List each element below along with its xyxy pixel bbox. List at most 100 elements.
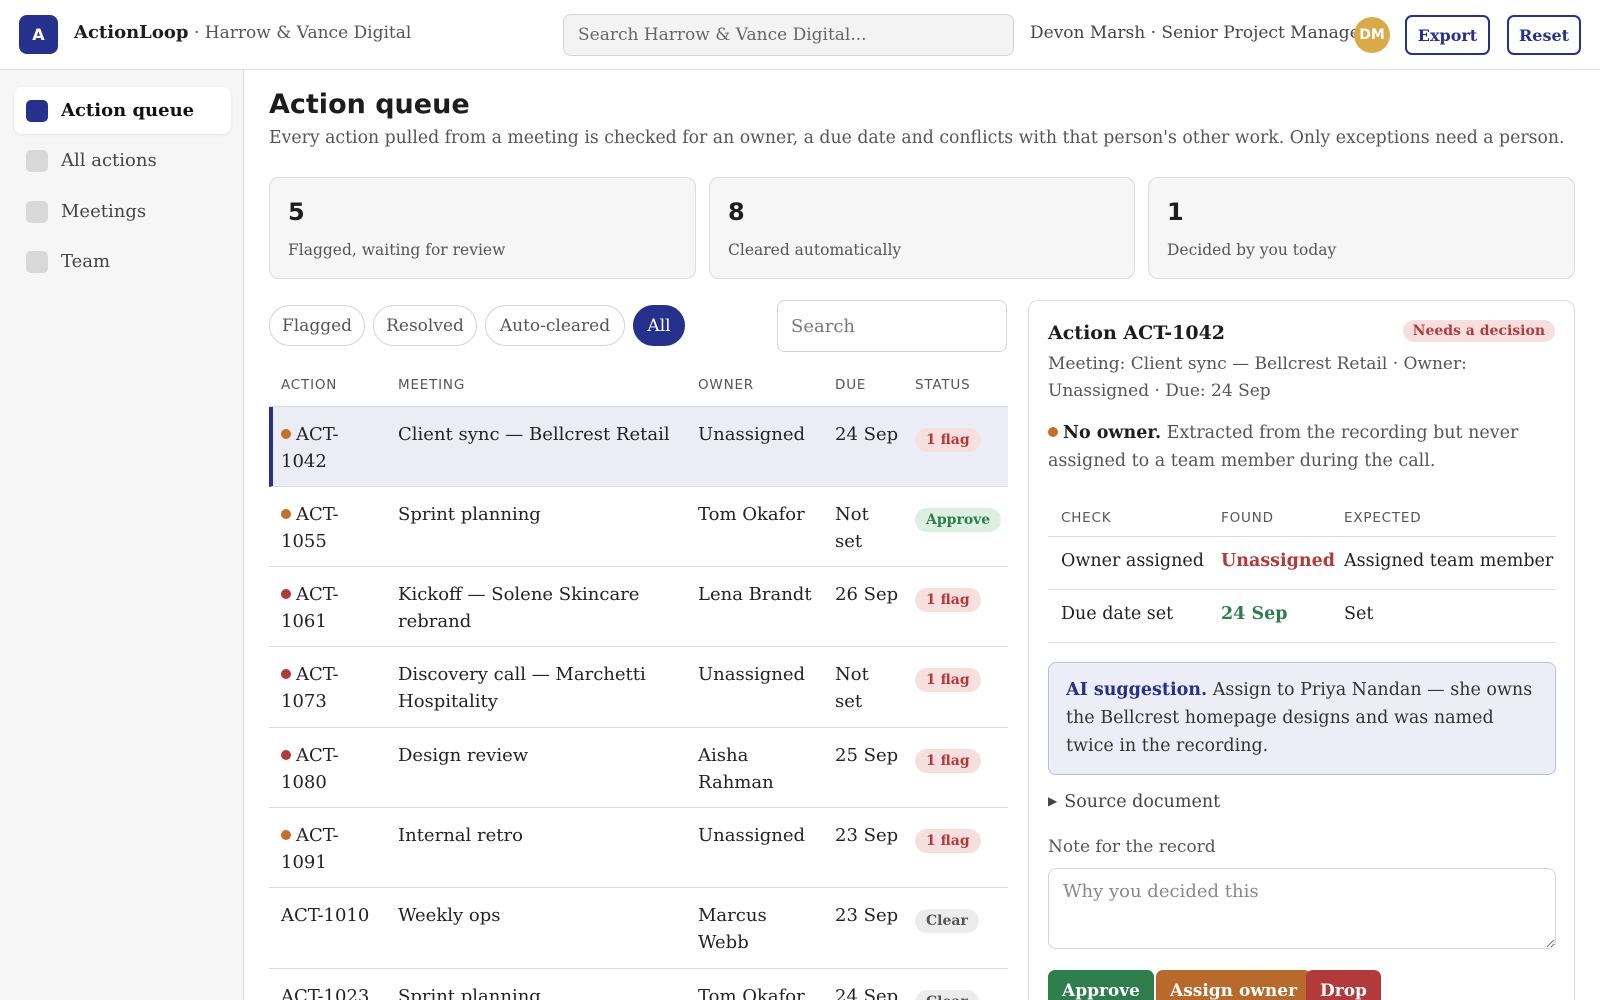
status-cell: Clear (915, 906, 979, 933)
note-textarea[interactable] (1048, 868, 1556, 949)
disclosure-triangle-icon: ▶ (1048, 794, 1058, 808)
flag-dot-icon (281, 669, 291, 679)
due-cell: 23 Sep (835, 905, 899, 926)
table-body: ACT-1042 Client sync — Bellcrest Retail Un… (269, 407, 1008, 1000)
column-header-check: CHECK (1061, 510, 1112, 526)
source-document-label: Source document (1064, 792, 1221, 812)
owner-cell: Lena Brandt (698, 584, 812, 605)
status-cell: Clear (915, 987, 979, 1000)
action-table: ACTION MEETING OWNER DUE STATUS ACT-1042… (269, 365, 1008, 1000)
stat-label: Cleared automatically (728, 241, 902, 259)
sidebar-item-meetings[interactable]: Meetings (14, 188, 231, 235)
column-header-found: FOUND (1221, 510, 1274, 526)
meeting-cell: Internal retro (398, 825, 523, 846)
table-row[interactable]: ACT-1080 Design review Aisha Rahman 25 Sep 1… (269, 728, 1008, 808)
column-header-due[interactable]: DUE (835, 377, 866, 393)
drop-button[interactable]: Drop (1306, 970, 1381, 1000)
table-row[interactable]: ACT-1061 Kickoff — Solene Skincare rebran… (269, 567, 1008, 647)
due-cell: 23 Sep (835, 825, 899, 846)
assign-owner-button[interactable]: Assign owner (1156, 970, 1312, 1000)
due-cell: Not set (835, 504, 869, 552)
status-badge: 1 flag (915, 428, 981, 452)
table-row[interactable]: ACT-1055 Sprint planning Tom Okafor Not set… (269, 487, 1008, 567)
owner-cell: Tom Okafor (698, 504, 805, 525)
flag-dot-icon (281, 750, 291, 760)
org-name: · Harrow & Vance Digital (194, 23, 412, 43)
action-queue-icon (26, 99, 48, 122)
approve-button[interactable]: Approve (1048, 970, 1154, 1000)
table-header: ACTION MEETING OWNER DUE STATUS (269, 365, 1008, 407)
source-document-toggle[interactable]: ▶ Source document (1048, 792, 1220, 812)
app-logo[interactable]: A (19, 15, 58, 54)
stat-value: 5 (288, 198, 305, 226)
table-row[interactable]: ACT-1023 Sprint planning Tom Okafor 24 Sep C… (269, 969, 1008, 1000)
sidebar-item-team[interactable]: Team (14, 238, 231, 285)
user-avatar[interactable]: DM (1354, 17, 1390, 53)
due-cell: 25 Sep (835, 745, 899, 766)
due-cell: Not set (835, 664, 869, 712)
action-id-cell: ACT-1091 (281, 822, 381, 876)
filter-auto-cleared[interactable]: Auto-cleared (485, 305, 625, 346)
action-id-cell: ACT-1042 (281, 421, 381, 475)
meeting-cell: Weekly ops (398, 905, 501, 926)
status-badge: 1 flag (915, 749, 981, 773)
sidebar-item-label: Team (61, 251, 111, 272)
filter-all[interactable]: All (633, 305, 685, 346)
team-icon (26, 250, 48, 273)
meetings-icon (26, 200, 48, 223)
queue-search-input[interactable] (777, 300, 1007, 352)
status-badge: 1 flag (915, 668, 981, 692)
ai-suggestion-label: AI suggestion. (1066, 680, 1208, 700)
checks-table-header: CHECK FOUND EXPECTED (1048, 495, 1556, 537)
action-id-cell: ACT-1061 (281, 581, 381, 635)
sidebar-item-label: Action queue (61, 100, 195, 121)
filter-flagged[interactable]: Flagged (269, 305, 365, 346)
stat-card-flagged: 5 Flagged, waiting for review (269, 177, 696, 279)
action-id-cell: ACT-1055 (281, 501, 381, 555)
page-title: Action queue (269, 89, 470, 120)
action-id-cell: ACT-1073 (281, 661, 381, 715)
all-actions-icon (26, 149, 48, 172)
table-row[interactable]: ACT-1073 Discovery call — Marchetti Hospi… (269, 647, 1008, 728)
sidebar-item-all-actions[interactable]: All actions (14, 137, 231, 184)
action-id-cell: ACT-1080 (281, 742, 381, 796)
due-cell: 24 Sep (835, 986, 899, 1000)
table-row[interactable]: ACT-1091 Internal retro Unassigned 23 Sep 1 … (269, 808, 1008, 888)
action-id: ACT-1023 (281, 986, 370, 1000)
meeting-cell: Sprint planning (398, 504, 541, 525)
owner-cell: Unassigned (698, 825, 806, 846)
checks-table: CHECK FOUND EXPECTED Owner assigned Unas… (1048, 495, 1556, 643)
ai-suggestion: AI suggestion. Assign to Priya Nandan — … (1048, 662, 1556, 775)
status-badge: 1 flag (915, 588, 981, 612)
action-id-cell: ACT-1010 (281, 902, 381, 929)
flag-dot-icon (281, 589, 291, 599)
export-button[interactable]: Export (1405, 15, 1490, 55)
column-header-meeting[interactable]: MEETING (398, 377, 465, 393)
owner-cell: Tom Okafor (698, 986, 805, 1000)
meeting-cell: Sprint planning (398, 986, 541, 1000)
stat-value: 8 (728, 198, 745, 226)
check-found-bad: Unassigned (1221, 551, 1336, 571)
global-search-input[interactable] (563, 14, 1014, 56)
owner-cell: Unassigned (698, 664, 806, 685)
action-id: ACT-1010 (281, 905, 370, 926)
column-header-status[interactable]: STATUS (915, 377, 970, 393)
sidebar-item-action-queue[interactable]: Action queue (14, 87, 231, 134)
flag-dot-icon (281, 429, 291, 439)
due-cell: 26 Sep (835, 584, 899, 605)
table-row[interactable]: ACT-1042 Client sync — Bellcrest Retail Un… (269, 407, 1008, 487)
note-label: Note for the record (1048, 837, 1216, 857)
status-cell: 1 flag (915, 585, 981, 612)
page-subtitle: Every action pulled from a meeting is ch… (269, 128, 1565, 148)
reset-button[interactable]: Reset (1507, 15, 1581, 55)
table-row[interactable]: ACT-1010 Weekly ops Marcus Webb 23 Sep Clear (269, 888, 1008, 969)
sidebar-item-label: Meetings (61, 201, 147, 222)
column-header-action[interactable]: ACTION (281, 377, 337, 393)
column-header-owner[interactable]: OWNER (698, 377, 754, 393)
check-name: Owner assigned (1061, 551, 1204, 571)
detail-title: Action ACT-1042 (1048, 322, 1226, 344)
sidebar-item-label: All actions (61, 150, 157, 171)
owner-cell: Unassigned (698, 424, 806, 445)
filter-resolved[interactable]: Resolved (373, 305, 477, 346)
check-row: Owner assigned Unassigned Assigned team … (1048, 537, 1556, 590)
